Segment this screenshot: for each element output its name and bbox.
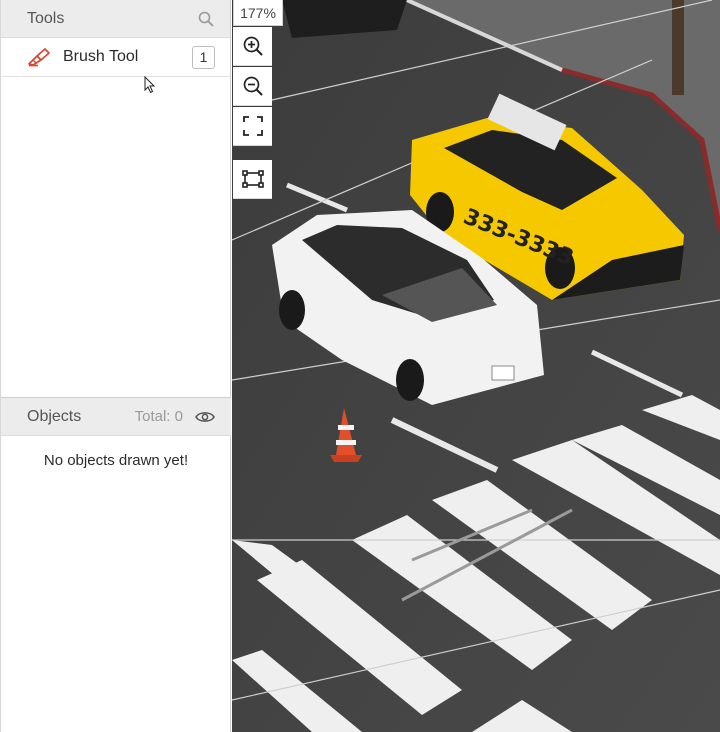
sidebar: Tools Brush Tool 1 Objects Total: 0 No o… <box>0 0 231 732</box>
street-photo: 333-3333 <box>232 0 720 732</box>
brush-icon <box>27 46 53 68</box>
hotkey-badge: 1 <box>192 45 215 69</box>
zoom-out-button[interactable] <box>233 67 272 106</box>
zoom-out-icon <box>243 76 262 96</box>
objects-empty-message: No objects drawn yet! <box>43 452 189 469</box>
objects-panel-header: Objects Total: 0 <box>1 397 231 436</box>
eye-icon[interactable] <box>195 409 217 425</box>
mouse-cursor-icon <box>144 76 156 94</box>
zoom-in-icon <box>243 36 262 56</box>
image-canvas[interactable]: 333-3333 <box>232 0 720 732</box>
bounding-box-icon <box>241 170 264 188</box>
bounding-box-button[interactable] <box>233 160 272 199</box>
objects-panel-title: Objects <box>27 407 82 425</box>
tools-panel-title: Tools <box>27 9 65 27</box>
fit-screen-icon <box>242 116 263 136</box>
zoom-level: 177% <box>233 0 283 26</box>
tool-item-brush[interactable]: Brush Tool 1 <box>1 38 230 77</box>
objects-total: Total: 0 <box>134 408 183 425</box>
tools-panel-header: Tools <box>1 0 230 38</box>
tool-label: Brush Tool <box>63 48 139 65</box>
search-icon[interactable] <box>196 9 216 29</box>
zoom-in-button[interactable] <box>233 27 272 66</box>
fit-screen-button[interactable] <box>233 107 272 146</box>
